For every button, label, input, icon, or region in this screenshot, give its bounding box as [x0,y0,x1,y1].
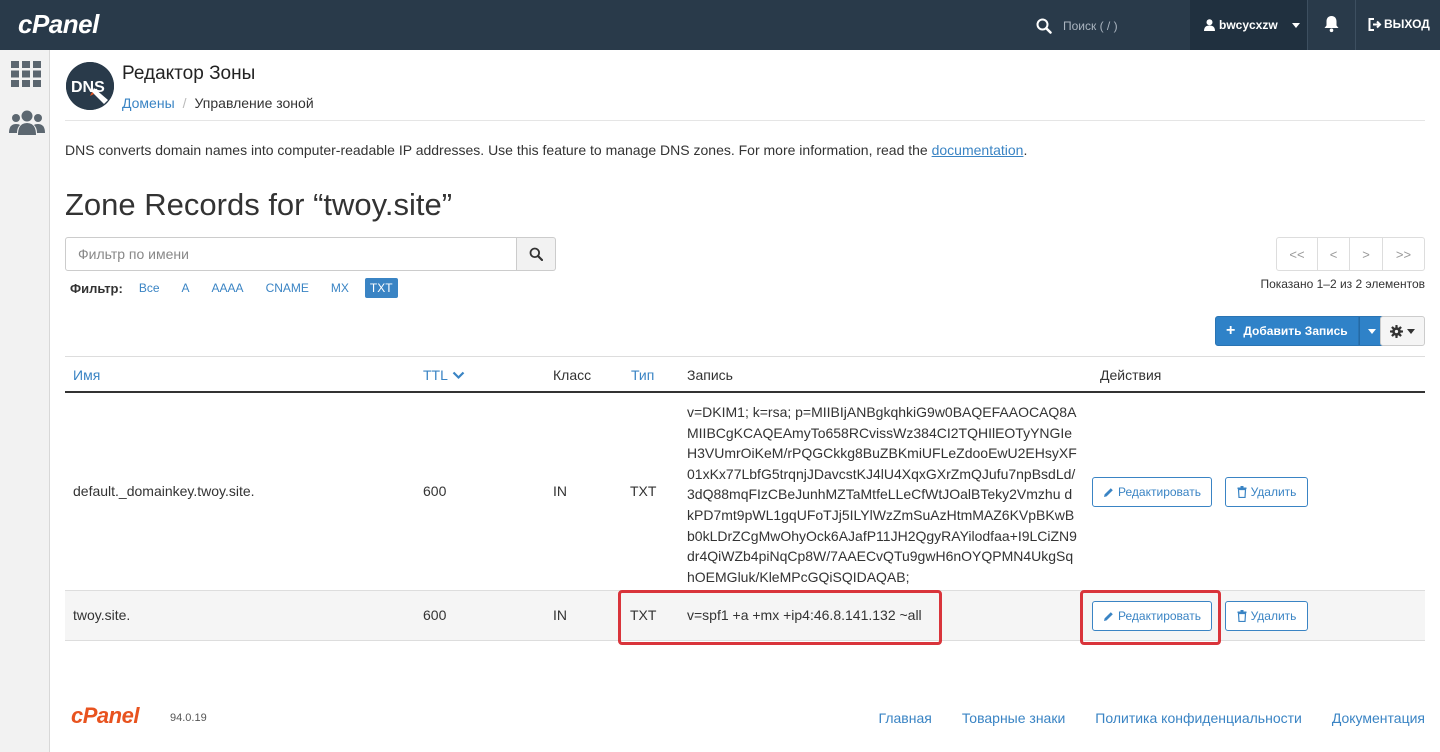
edit-label: Редактировать [1118,485,1201,499]
breadcrumb-domains-link[interactable]: Домены [122,95,175,111]
breadcrumb-current: Управление зоной [194,95,314,111]
edit-record-button[interactable]: Редактировать [1092,477,1212,507]
page-title: Редактор Зоны [122,63,256,84]
apps-grid-icon[interactable] [11,61,41,92]
first-page-button[interactable]: << [1277,238,1318,270]
last-page-button[interactable]: >> [1383,238,1424,270]
username: bwcycxzw [1219,18,1278,32]
filter-search-button[interactable] [517,237,556,271]
filter-type-a[interactable]: A [176,278,196,298]
logout-button[interactable]: ВЫХОД [1368,17,1430,31]
breadcrumb-separator: / [182,95,187,111]
description-end: . [1023,142,1028,158]
trash-icon [1237,486,1247,498]
search-icon [529,247,543,261]
record-name: twoy.site. [73,607,131,623]
footer-links: Главная Товарные знаки Политика конфиден… [849,710,1425,726]
top-navbar: cPanel Поиск ( / ) bwcycxzw ВЫХОД [0,0,1440,50]
footer-link-home[interactable]: Главная [879,710,932,726]
add-record-button[interactable]: + Добавить Запись [1215,316,1359,346]
plus-icon: + [1226,322,1236,339]
record-ttl: 600 [423,483,447,499]
record-class: IN [553,483,567,499]
page-description: DNS converts domain names into computer-… [65,142,1027,158]
filter-label: Фильтр: [70,280,123,296]
dns-zone-editor-icon: DNS [66,62,114,110]
footer-cpanel-logo[interactable]: cPanel [71,703,139,729]
notifications-bell-icon[interactable] [1323,15,1340,38]
breadcrumb: Домены / Управление зоной [122,95,314,111]
add-record-group: + Добавить Запись [1215,316,1385,346]
trash-icon [1237,610,1247,622]
chevron-down-icon [1407,328,1415,334]
search-icon [1036,18,1052,34]
documentation-link[interactable]: documentation [932,142,1024,158]
divider [65,120,1425,121]
filter-by-name-input[interactable] [65,237,517,271]
filter-type-cname[interactable]: CNAME [260,278,315,298]
settings-dropdown-button[interactable] [1380,316,1425,346]
footer-link-privacy[interactable]: Политика конфиденциальности [1095,710,1302,726]
table-row: default._domainkey.twoy.site. 600 IN TXT… [65,393,1425,591]
record-ttl: 600 [423,607,447,623]
record-type-filter: Фильтр: Все A AAAA CNAME MX TXT [70,278,408,298]
items-shown-count: Показано 1–2 из 2 элементов [1260,277,1425,291]
highlight-box-edit [1080,590,1221,645]
header-ttl-label: TTL [423,367,448,383]
footer-link-docs[interactable]: Документация [1332,710,1425,726]
user-menu[interactable]: bwcycxzw [1190,0,1307,50]
header-class: Класс [553,367,592,383]
prev-page-button[interactable]: < [1318,238,1350,270]
record-name: default._domainkey.twoy.site. [73,483,255,499]
user-icon [1204,19,1215,31]
record-type: TXT [630,483,657,499]
add-record-label: Добавить Запись [1243,324,1348,338]
divider [1307,0,1308,50]
next-page-button[interactable]: > [1350,238,1383,270]
chevron-down-icon [1367,328,1376,334]
search-placeholder[interactable]: Поиск ( / ) [1063,19,1118,33]
header-ttl-sort[interactable]: TTL [423,367,465,383]
filter-type-aaaa[interactable]: AAAA [206,278,250,298]
filter-type-all[interactable]: Все [133,278,166,298]
delete-record-button[interactable]: Удалить [1225,601,1308,631]
cpanel-logo[interactable]: cPanel [18,9,99,40]
chevron-down-icon [1291,22,1300,28]
sidebar [0,50,50,752]
search-box[interactable]: Поиск ( / ) [1036,16,1118,36]
header-type-sort[interactable]: Тип [631,367,654,383]
highlight-box-record [618,590,942,645]
version-number: 94.0.19 [170,712,207,724]
divider [1355,0,1356,50]
users-icon[interactable] [9,109,45,142]
filter-group [65,237,556,271]
header-record: Запись [687,367,733,383]
delete-label: Удалить [1250,485,1297,499]
filter-type-txt[interactable]: TXT [364,278,398,298]
pencil-icon [1104,487,1113,497]
filter-type-mx[interactable]: MX [325,278,355,298]
delete-label: Удалить [1250,609,1297,623]
delete-record-button[interactable]: Удалить [1225,477,1308,507]
table-header: Имя TTL Класс Тип Запись Действия [65,356,1425,393]
zone-records-title: Zone Records for “twoy.site” [65,187,453,222]
logout-icon [1368,17,1382,31]
record-class: IN [553,607,567,623]
gear-icon [1390,324,1403,338]
logout-label: ВЫХОД [1384,17,1430,31]
pagination: << < > >> [1276,237,1425,271]
header-name-sort[interactable]: Имя [73,367,100,383]
record-value: v=DKIM1; k=rsa; p=MIIBIjANBgkqhkiG9w0BAQ… [687,404,1077,585]
footer-link-trademarks[interactable]: Товарные знаки [962,710,1065,726]
header-actions: Действия [1100,367,1162,383]
chevron-down-icon [452,371,465,379]
description-text: DNS converts domain names into computer-… [65,142,932,158]
